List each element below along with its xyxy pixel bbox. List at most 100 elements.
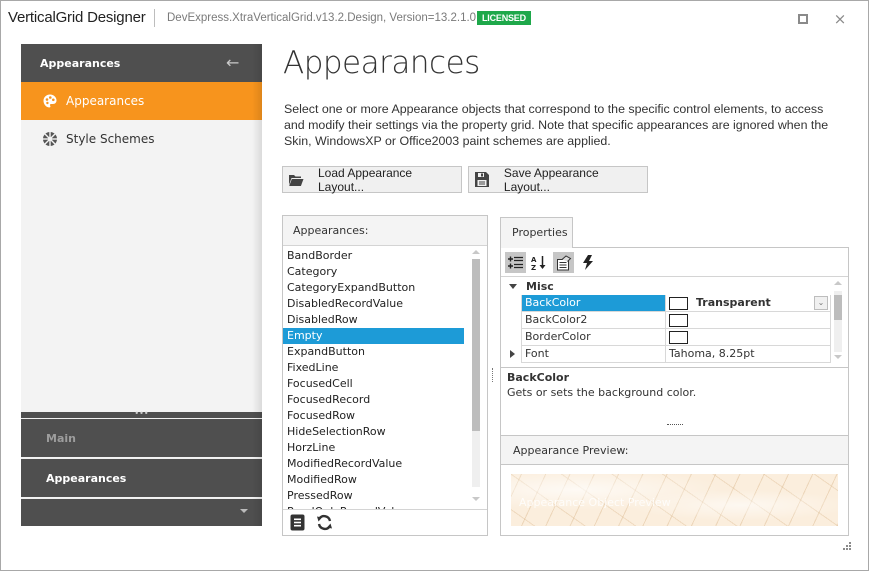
preview-header: Appearance Preview:	[501, 435, 848, 465]
license-badge: LICENSED	[477, 11, 531, 25]
property-name[interactable]: BackColor2	[521, 312, 665, 329]
property-grid[interactable]: Misc BackColor Transparent ⌄ BackColor2 …	[501, 278, 848, 366]
list-item[interactable]: DisabledRow	[283, 312, 464, 328]
appearances-list-header: Appearances:	[283, 216, 487, 246]
show-description-icon[interactable]	[289, 514, 306, 531]
property-value-editor[interactable]: Transparent ⌄	[665, 295, 831, 312]
alphabetical-button[interactable]: A Z	[528, 252, 549, 273]
title-bar: VerticalGrid Designer DevExpress.XtraVer…	[1, 1, 868, 37]
scroll-down-icon[interactable]	[472, 497, 480, 501]
events-icon	[582, 255, 593, 270]
list-item[interactable]: FixedLine	[283, 360, 464, 376]
close-icon: ×	[833, 10, 847, 28]
property-value-editor[interactable]: Tahoma, 8.25pt	[665, 346, 831, 363]
sidebar-item-label: Style Schemes	[66, 132, 155, 146]
load-appearance-layout-button[interactable]: Load Appearance Layout...	[282, 165, 462, 194]
property-value-editor[interactable]	[665, 329, 831, 346]
category-row-misc: Misc	[501, 278, 831, 295]
appearance-preview: Appearance Object Preview	[511, 474, 838, 526]
list-item[interactable]: Empty	[283, 328, 464, 344]
scroll-down-icon[interactable]	[834, 355, 842, 359]
appearances-list-items: BandBorder Category CategoryExpandButton Di…	[283, 246, 487, 509]
save-appearance-layout-button[interactable]: Save Appearance Layout...	[468, 165, 648, 194]
categorized-icon	[508, 256, 523, 268]
expand-arrow-icon[interactable]	[510, 350, 515, 358]
property-row-backcolor2[interactable]: BackColor2	[501, 312, 831, 329]
sidebar: Appearances ← Appearances Style Schemes …	[21, 44, 262, 526]
preview-sample-text: Appearance Object Preview	[519, 496, 671, 509]
property-name[interactable]: BorderColor	[521, 329, 665, 346]
property-name[interactable]: BackColor	[521, 295, 665, 312]
maximize-icon	[798, 14, 808, 24]
color-swatch	[669, 314, 688, 327]
dropdown-button[interactable]: ⌄	[814, 296, 828, 310]
load-button-label: Load Appearance Layout...	[318, 165, 413, 194]
sidebar-item-appearances[interactable]: Appearances	[21, 82, 262, 120]
property-grid-scrollbar[interactable]	[833, 278, 843, 364]
property-description-text: Gets or sets the background color.	[507, 386, 697, 399]
palette-icon	[42, 93, 58, 109]
sidebar-overflow	[21, 498, 262, 526]
back-arrow-icon[interactable]: ←	[226, 53, 239, 72]
list-item[interactable]: HorzLine	[283, 440, 464, 456]
appearances-list-footer	[283, 509, 487, 535]
property-description-pane: BackColor Gets or sets the background co…	[501, 367, 848, 435]
property-row-font[interactable]: Font Tahoma, 8.25pt	[501, 346, 831, 363]
save-button-label: Save Appearance Layout...	[503, 165, 599, 194]
property-name[interactable]: Font	[521, 346, 665, 363]
close-button[interactable]: ×	[830, 9, 850, 29]
list-item[interactable]: PressedRow	[283, 488, 464, 504]
list-item[interactable]: ExpandButton	[283, 344, 464, 360]
sidebar-item-style-schemes[interactable]: Style Schemes	[21, 120, 262, 158]
scroll-up-icon[interactable]	[834, 281, 842, 285]
categorized-button[interactable]	[505, 252, 526, 273]
property-row-bordercolor[interactable]: BorderColor	[501, 329, 831, 346]
window-title: VerticalGrid Designer	[8, 9, 146, 26]
sidebar-header-title: Appearances	[40, 57, 121, 70]
style-schemes-icon	[42, 131, 58, 147]
svg-text:Z: Z	[531, 264, 536, 271]
list-scrollbar[interactable]	[471, 248, 481, 506]
save-icon	[474, 172, 490, 188]
maximize-button[interactable]	[793, 9, 813, 29]
list-item[interactable]: FocusedRow	[283, 408, 464, 424]
reset-icon[interactable]	[316, 514, 333, 531]
sidebar-group-appearances[interactable]: Appearances	[21, 458, 262, 497]
scroll-thumb[interactable]	[472, 259, 480, 431]
description-resize-grip[interactable]	[667, 424, 683, 425]
tab-properties[interactable]: Properties	[500, 217, 573, 248]
list-item[interactable]: ModifiedRow	[283, 472, 464, 488]
list-item[interactable]: HideSelectionRow	[283, 424, 464, 440]
page-title: Appearances	[283, 45, 480, 81]
properties-panel: A Z Misc BackColor Transparent ⌄ BackCol…	[500, 247, 849, 536]
property-row-backcolor[interactable]: BackColor Transparent ⌄	[501, 295, 831, 312]
resize-grip-icon[interactable]	[839, 542, 853, 556]
scroll-thumb[interactable]	[834, 295, 842, 320]
color-swatch	[669, 297, 688, 310]
list-item[interactable]: CategoryExpandButton	[283, 280, 464, 296]
svg-text:A: A	[531, 256, 537, 264]
list-item[interactable]: FocusedRecord	[283, 392, 464, 408]
folder-open-icon	[288, 172, 304, 188]
alphabetical-icon: A Z	[531, 255, 545, 271]
panel-splitter[interactable]	[492, 368, 494, 382]
title-separator	[154, 9, 155, 27]
events-button[interactable]	[577, 252, 598, 273]
property-value: Tahoma, 8.25pt	[669, 347, 755, 360]
property-pages-button[interactable]	[553, 252, 574, 273]
list-item[interactable]: BandBorder	[283, 248, 464, 264]
scroll-up-icon[interactable]	[472, 250, 480, 254]
list-item[interactable]: ModifiedRecordValue	[283, 456, 464, 472]
sidebar-item-label: Appearances	[66, 94, 145, 108]
list-item[interactable]: DisabledRecordValue	[283, 296, 464, 312]
collapse-arrow-icon[interactable]	[509, 284, 517, 289]
list-item[interactable]: Category	[283, 264, 464, 280]
designer-window: VerticalGrid Designer DevExpress.XtraVer…	[0, 0, 869, 571]
properties-toolbar: A Z	[501, 248, 848, 277]
assembly-version: DevExpress.XtraVerticalGrid.v13.2.Design…	[167, 12, 477, 24]
sidebar-group-main[interactable]: Main	[21, 418, 262, 457]
property-value-editor[interactable]	[665, 312, 831, 329]
appearances-listbox[interactable]: BandBorder Category CategoryExpandButton Di…	[283, 246, 487, 509]
list-item[interactable]: FocusedCell	[283, 376, 464, 392]
chevron-down-icon[interactable]	[240, 509, 248, 513]
